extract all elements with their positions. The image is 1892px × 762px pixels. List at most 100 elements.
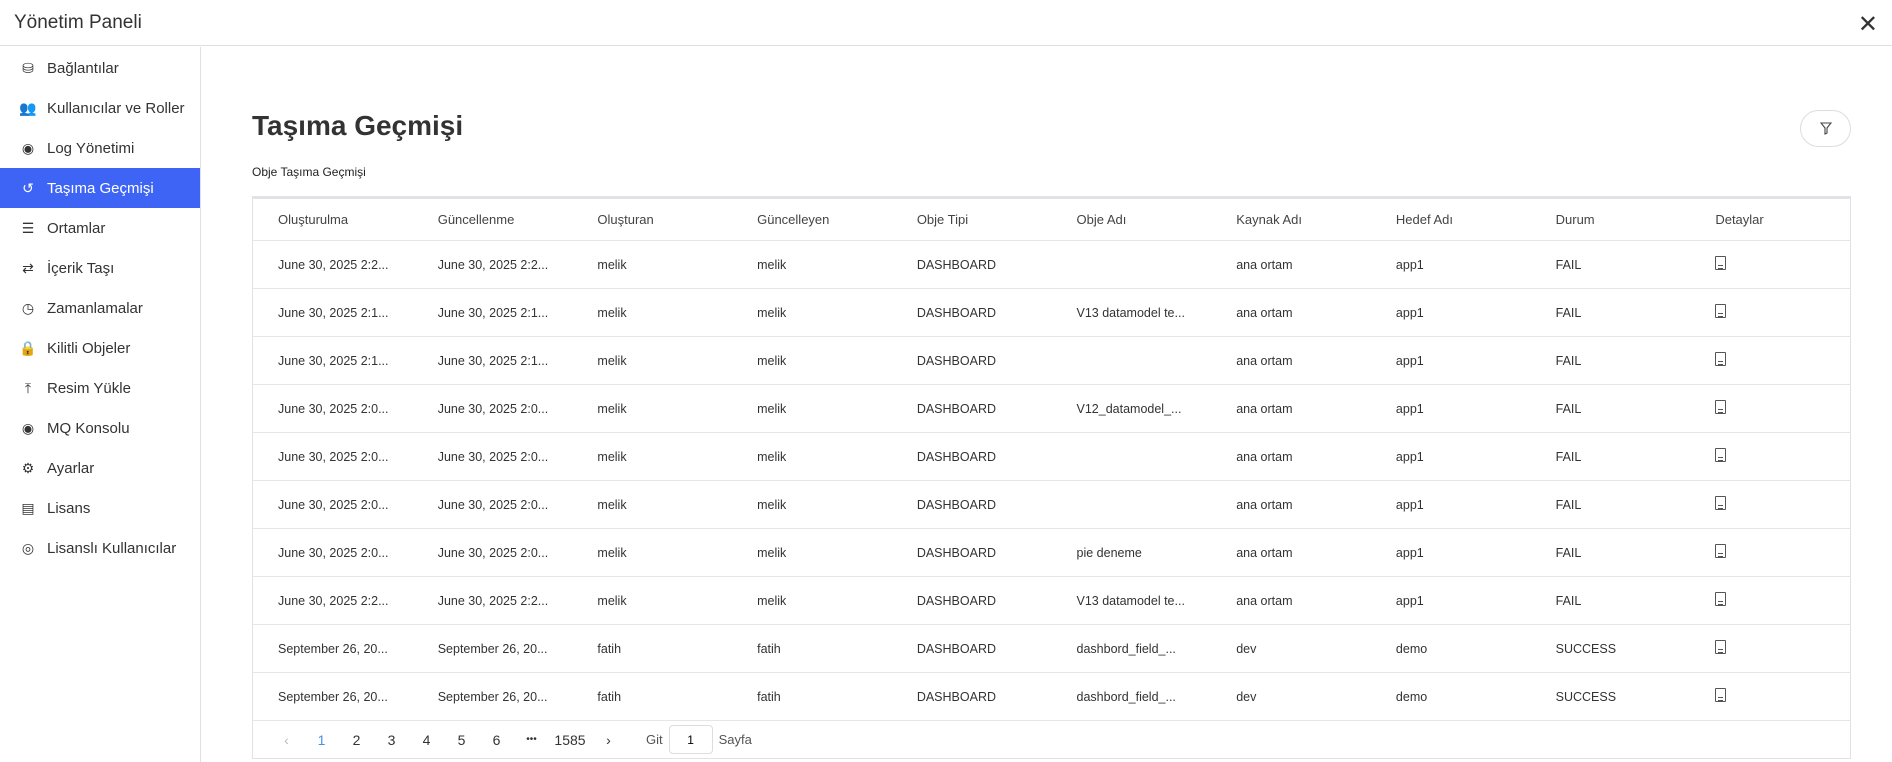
sidebar-item-10[interactable]: ⚙ Ayarlar: [0, 448, 200, 488]
sidebar-item-0[interactable]: ⛁ Bağlantılar: [0, 48, 200, 88]
page-5[interactable]: 5: [444, 732, 479, 748]
table-row[interactable]: June 30, 2025 2:0... June 30, 2025 2:0...…: [253, 529, 1850, 577]
column-header: Oluşturulma: [278, 212, 349, 227]
table-cell: melik: [597, 401, 627, 416]
sidebar-item-5[interactable]: ⇄ İçerik Taşı: [0, 248, 200, 288]
table-cell: June 30, 2025 2:0...: [278, 497, 389, 512]
sidebar-item-4[interactable]: ☰ Ortamlar: [0, 208, 200, 248]
table-cell: September 26, 20...: [437, 689, 548, 704]
pagination-ellipsis[interactable]: •••: [514, 734, 549, 745]
table-row[interactable]: June 30, 2025 2:2... June 30, 2025 2:2...…: [253, 577, 1850, 625]
table-row[interactable]: September 26, 20... September 26, 20... fa…: [253, 625, 1850, 673]
table-cell: demo: [1395, 641, 1428, 656]
next-page-button[interactable]: ›: [591, 732, 626, 748]
table-cell: June 30, 2025 2:1...: [437, 305, 549, 320]
table-cell: FAIL: [1555, 497, 1582, 512]
table-cell: FAIL: [1555, 257, 1582, 272]
page-3[interactable]: 3: [374, 732, 409, 748]
close-icon[interactable]: ✕: [1858, 10, 1878, 39]
column-header: Kaynak Adı: [1236, 212, 1302, 227]
log-eye-icon: ◉: [21, 139, 35, 156]
table-row[interactable]: June 30, 2025 2:0... June 30, 2025 2:0...…: [253, 481, 1850, 529]
table-cell: June 30, 2025 2:0...: [437, 401, 549, 416]
table-cell: app1: [1395, 593, 1424, 608]
column-header: Güncellenme: [437, 212, 515, 227]
sidebar-item-7[interactable]: 🔒 Kilitli Objeler: [0, 328, 200, 368]
document-details-icon[interactable]: [1715, 544, 1727, 558]
page-2[interactable]: 2: [339, 732, 374, 748]
document-details-icon[interactable]: [1715, 688, 1727, 702]
sidebar-item-label: İçerik Taşı: [47, 259, 115, 277]
table-cell: melik: [597, 545, 627, 560]
document-details-icon[interactable]: [1715, 448, 1727, 462]
document-details-icon[interactable]: [1715, 352, 1727, 366]
table-cell: DASHBOARD: [916, 257, 996, 272]
document-details-icon[interactable]: [1715, 304, 1727, 318]
table-row[interactable]: June 30, 2025 2:0... June 30, 2025 2:0...…: [253, 385, 1850, 433]
table-cell: melik: [757, 449, 787, 464]
table-cell: June 30, 2025 2:0...: [437, 449, 549, 464]
table-row[interactable]: June 30, 2025 2:2... June 30, 2025 2:2...…: [253, 241, 1850, 289]
page-label: Sayfa: [718, 732, 752, 747]
table-row[interactable]: June 30, 2025 2:1... June 30, 2025 2:1...…: [253, 337, 1850, 385]
table-cell: app1: [1395, 401, 1424, 416]
table-cell: fatih: [597, 689, 622, 704]
table-cell: September 26, 20...: [278, 689, 388, 704]
sidebar-item-3[interactable]: ↺ Taşıma Geçmişi: [0, 168, 200, 208]
details-cell: [1690, 688, 1850, 705]
lock-icon: 🔒: [19, 339, 37, 356]
section-subtitle: Obje Taşıma Geçmişi: [252, 165, 366, 179]
sidebar-item-label: Kullanıcılar ve Roller: [47, 99, 185, 117]
sidebar-item-label: Bağlantılar: [47, 59, 119, 77]
details-cell: [1690, 496, 1850, 513]
table-cell: ana ortam: [1236, 449, 1293, 464]
table-cell: V12_datamodel_...: [1076, 401, 1182, 416]
table-cell: ana ortam: [1236, 257, 1293, 272]
table-cell: SUCCESS: [1555, 689, 1617, 704]
page-last[interactable]: 1585: [549, 732, 591, 748]
document-details-icon[interactable]: [1715, 592, 1727, 606]
table-cell: app1: [1395, 353, 1424, 368]
table-cell: ana ortam: [1236, 593, 1293, 608]
filter-button[interactable]: [1800, 110, 1851, 147]
document-details-icon[interactable]: [1715, 400, 1727, 414]
table-cell: DASHBOARD: [916, 497, 996, 512]
document-details-icon[interactable]: [1715, 640, 1727, 654]
table-cell: June 30, 2025 2:0...: [278, 545, 389, 560]
sidebar-item-9[interactable]: ◉ MQ Konsolu: [0, 408, 200, 448]
page-4[interactable]: 4: [409, 732, 444, 748]
sidebar-item-label: Taşıma Geçmişi: [47, 179, 154, 197]
sidebar-item-1[interactable]: 👥 Kullanıcılar ve Roller: [0, 88, 200, 128]
table-cell: DASHBOARD: [916, 593, 996, 608]
goto-page-input[interactable]: [668, 725, 713, 754]
sidebar-item-2[interactable]: ◉ Log Yönetimi: [0, 128, 200, 168]
table-cell: fatih: [757, 641, 781, 656]
table-cell: DASHBOARD: [916, 305, 996, 320]
table-row[interactable]: September 26, 20... September 26, 20... fa…: [253, 673, 1850, 721]
sidebar-item-8[interactable]: ⤒ Resim Yükle: [0, 368, 200, 408]
goto-label: Git: [646, 732, 663, 747]
table-cell: FAIL: [1555, 593, 1582, 608]
table-row[interactable]: June 30, 2025 2:0... June 30, 2025 2:0...…: [253, 433, 1850, 481]
column-header: Güncelleyen: [757, 212, 830, 227]
table-cell: melik: [757, 545, 787, 560]
table-cell: June 30, 2025 2:1...: [278, 353, 389, 368]
table-cell: app1: [1395, 545, 1424, 560]
sidebar-item-12[interactable]: ◎ Lisanslı Kullanıcılar: [0, 528, 200, 568]
sidebar-item-11[interactable]: ▤ Lisans: [0, 488, 200, 528]
prev-page-button[interactable]: ‹: [269, 732, 304, 748]
table-cell: melik: [757, 305, 787, 320]
document-details-icon[interactable]: [1715, 256, 1727, 270]
table-cell: DASHBOARD: [916, 689, 996, 704]
document-details-icon[interactable]: [1715, 496, 1727, 510]
table-row[interactable]: June 30, 2025 2:1... June 30, 2025 2:1...…: [253, 289, 1850, 337]
column-header: Oluşturan: [597, 212, 654, 227]
page-6[interactable]: 6: [479, 732, 514, 748]
table-cell: melik: [597, 593, 627, 608]
sidebar-item-label: Resim Yükle: [47, 379, 131, 397]
table-cell: demo: [1395, 689, 1428, 704]
sidebar-item-6[interactable]: ◷ Zamanlamalar: [0, 288, 200, 328]
history-table: Oluşturulma Güncellenme Oluşturan Güncelley…: [252, 196, 1851, 759]
table-cell: ana ortam: [1236, 401, 1293, 416]
page-1[interactable]: 1: [304, 732, 339, 748]
